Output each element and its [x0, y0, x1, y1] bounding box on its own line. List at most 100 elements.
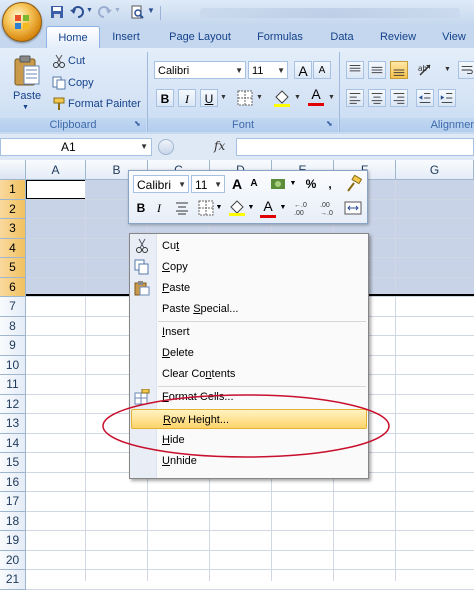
font-color-button[interactable]: A [306, 86, 326, 108]
merge-center-icon[interactable] [343, 199, 363, 217]
clipboard-launcher-icon[interactable]: ⬊ [134, 119, 141, 128]
row-header-18[interactable]: 18 [0, 511, 26, 531]
italic-button[interactable]: I [178, 89, 196, 107]
mini-font-color-dropdown-icon[interactable]: ▼ [279, 199, 287, 217]
mini-currency-icon[interactable] [269, 175, 289, 193]
name-box[interactable]: A1 ▼ [0, 138, 152, 156]
mini-font-size-combo[interactable]: 11 ▼ [191, 175, 225, 193]
copy-button[interactable]: Copy [68, 77, 94, 89]
underline-button[interactable]: U [200, 89, 218, 107]
orientation-dropdown-icon[interactable]: ▼ [444, 66, 451, 73]
column-header-g[interactable]: G [396, 160, 474, 180]
row-header-16[interactable]: 16 [0, 472, 26, 492]
mini-currency-dropdown-icon[interactable]: ▼ [289, 175, 297, 193]
menu-item-paste-special[interactable]: Paste Special... [158, 299, 366, 319]
row-header-14[interactable]: 14 [0, 433, 26, 453]
row-header-11[interactable]: 11 [0, 375, 26, 395]
mini-grow-font-button[interactable]: A [229, 175, 245, 193]
format-painter-button[interactable]: Format Painter [68, 98, 141, 110]
row-header-8[interactable]: 8 [0, 316, 26, 336]
row-header-5[interactable]: 5 [0, 258, 26, 278]
row-header-21[interactable]: 21 [0, 570, 26, 590]
menu-item-paste[interactable]: Paste [158, 278, 366, 298]
tab-view[interactable]: View [434, 26, 474, 48]
font-launcher-icon[interactable]: ⬊ [326, 119, 333, 128]
row-header-13[interactable]: 13 [0, 414, 26, 434]
active-cell[interactable] [26, 180, 86, 199]
mini-bold-button[interactable]: B [133, 199, 149, 217]
menu-item-cut[interactable]: Cut [158, 236, 366, 256]
office-button[interactable] [2, 2, 42, 42]
align-left-icon[interactable] [346, 89, 364, 107]
row-header-9[interactable]: 9 [0, 336, 26, 356]
menu-item-clear-contents[interactable]: Clear Contents [158, 364, 366, 384]
menu-item-insert[interactable]: Insert [158, 322, 366, 342]
mini-borders-dropdown-icon[interactable]: ▼ [215, 199, 223, 217]
column-header-a[interactable]: A [26, 160, 86, 180]
customize-qat-icon[interactable]: ▼ [147, 6, 155, 15]
menu-item-copy[interactable]: Copy [158, 257, 366, 277]
row-header-7[interactable]: 7 [0, 297, 26, 317]
underline-dropdown-icon[interactable]: ▼ [220, 94, 227, 101]
align-center-icon[interactable] [368, 89, 386, 107]
row-header-20[interactable]: 20 [0, 550, 26, 570]
row-header-12[interactable]: 12 [0, 394, 26, 414]
row-header-3[interactable]: 3 [0, 219, 26, 239]
mini-format-painter-icon[interactable] [345, 175, 363, 193]
row-header-17[interactable]: 17 [0, 492, 26, 512]
row-header-19[interactable]: 19 [0, 531, 26, 551]
row-header-15[interactable]: 15 [0, 453, 26, 473]
align-bottom-icon[interactable] [390, 61, 408, 79]
mini-shrink-font-button[interactable]: A [247, 175, 261, 193]
undo-dropdown-icon[interactable]: ▼ [86, 7, 93, 14]
wrap-text-icon[interactable] [458, 61, 474, 79]
menu-item-delete[interactable]: Delete [158, 343, 366, 363]
tab-page-layout[interactable]: Page Layout [160, 26, 240, 48]
print-preview-icon[interactable] [130, 5, 144, 19]
undo-icon[interactable] [70, 5, 84, 19]
font-name-combo[interactable]: Calibri ▼ [154, 61, 246, 79]
row-header-2[interactable]: 2 [0, 199, 26, 219]
increase-decimal-icon[interactable]: ←.0.00 [293, 199, 315, 217]
tab-insert[interactable]: Insert [104, 26, 148, 48]
orientation-icon[interactable]: ab [416, 61, 444, 79]
tab-data[interactable]: Data [322, 26, 362, 48]
row-header-6[interactable]: 6 [0, 277, 26, 297]
insert-function-button[interactable]: fx [214, 139, 225, 153]
font-color-dropdown-icon[interactable]: ▼ [328, 94, 335, 101]
tab-home[interactable]: Home [46, 26, 100, 48]
mini-font-name-combo[interactable]: Calibri ▼ [133, 175, 189, 193]
mini-percent-button[interactable]: % [303, 175, 319, 193]
formula-input[interactable] [236, 138, 474, 156]
paste-icon[interactable] [12, 54, 42, 88]
mini-fill-color-icon[interactable] [227, 199, 247, 217]
redo-icon[interactable] [98, 5, 112, 19]
cut-button[interactable]: Cut [68, 55, 85, 67]
paste-dropdown-icon[interactable]: ▼ [22, 104, 29, 111]
align-right-icon[interactable] [390, 89, 408, 107]
fill-color-dropdown-icon[interactable]: ▼ [294, 94, 301, 101]
mini-font-color-button[interactable]: A [259, 197, 277, 218]
decrease-indent-icon[interactable] [416, 89, 434, 107]
save-icon[interactable] [50, 5, 64, 19]
mini-comma-button[interactable]: , [323, 175, 337, 193]
bold-button[interactable]: B [156, 89, 174, 107]
select-all-button[interactable] [0, 160, 26, 180]
grow-font-button[interactable]: A [294, 61, 312, 79]
tab-formulas[interactable]: Formulas [248, 26, 312, 48]
font-size-combo[interactable]: 11 ▼ [248, 61, 288, 79]
mini-fill-color-dropdown-icon[interactable]: ▼ [247, 199, 255, 217]
borders-icon[interactable] [236, 89, 254, 107]
mini-align-center-icon[interactable] [173, 199, 191, 217]
row-header-10[interactable]: 10 [0, 355, 26, 375]
tab-review[interactable]: Review [372, 26, 424, 48]
row-header-1[interactable]: 1 [0, 180, 26, 200]
formula-bar-splitter[interactable] [158, 139, 174, 155]
row-header-4[interactable]: 4 [0, 238, 26, 258]
mini-italic-button[interactable]: I [151, 199, 167, 217]
shrink-font-button[interactable]: A [313, 61, 331, 79]
redo-dropdown-icon[interactable]: ▼ [114, 7, 121, 14]
align-middle-icon[interactable] [368, 61, 386, 79]
paste-button[interactable]: Paste [13, 90, 41, 102]
decrease-decimal-icon[interactable]: .00→.0 [319, 199, 341, 217]
